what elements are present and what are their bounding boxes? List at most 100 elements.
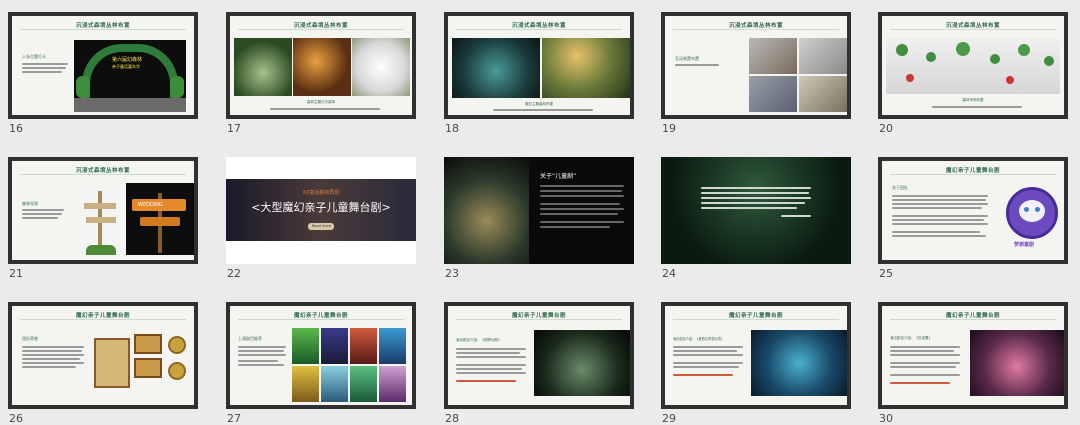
poster-8 [379, 366, 406, 402]
slide-number: 22 [227, 267, 241, 280]
slide-thumbnail[interactable]: 沉浸式森境丛林布置 互动装置布置 [661, 12, 851, 119]
slide-thumbnail[interactable]: 沉浸式森境丛林布置 入场主题打卡 第六届幻森林 亲子童话嘉年华 [8, 12, 198, 119]
slide-number: 16 [9, 122, 23, 135]
slide-title: 沉浸式森境丛林布置 [728, 23, 783, 29]
medal-1 [168, 336, 186, 354]
slide-thumbnail[interactable]: 关于“儿童剧” [444, 157, 634, 264]
slide-title: 沉浸式森境丛林布置 [293, 23, 348, 29]
forest-photo-1 [234, 38, 292, 96]
poster-4 [379, 328, 406, 364]
team-logo [1006, 187, 1058, 239]
stage-photo-2 [542, 38, 630, 98]
slide-number: 29 [662, 412, 676, 425]
slide-thumbnail[interactable]: 魔幻亲子儿童舞台剧 演出剧目介绍：《匹诺曹》 [878, 302, 1068, 409]
photo-a [749, 38, 797, 74]
slide-thumbnail[interactable]: 沉浸式森境丛林布置 魔幻主题森林布置 [444, 12, 634, 119]
side-heading: 团队荣誉 [22, 336, 38, 341]
slide-heading: 关于“儿童剧” [540, 173, 577, 180]
side-heading: 关于团队 [892, 185, 908, 190]
side-heading: 演出剧目介绍：《绿野仙踪》 [456, 338, 502, 342]
slide-thumbnail[interactable]: 沉浸式森境丛林布置 森林吊饰布置 [878, 12, 1068, 119]
slide-number: 24 [662, 267, 676, 280]
slide-title: 沉浸式森境丛林布置 [75, 168, 130, 174]
slide-title: 沉浸式森境丛林布置 [75, 23, 130, 29]
slide-number: 26 [9, 412, 23, 425]
divider [238, 319, 404, 320]
divider [890, 29, 1056, 30]
forest-photo-3 [352, 38, 410, 96]
slide-number: 17 [227, 122, 241, 135]
slide-thumbnail[interactable]: 魔幻亲子儿童舞台剧 演出剧目介绍：《绿野仙踪》 [444, 302, 634, 409]
caption: 魔幻主题森林布置 [525, 102, 553, 106]
show-photo [534, 330, 630, 396]
divider [20, 29, 186, 30]
stage-performance-photo [444, 157, 529, 264]
side-heading: 演出剧目介绍：《爱丽丝梦游仙境》 [673, 337, 724, 341]
poster-2 [321, 328, 348, 364]
slide-title: 沉浸式森境丛林布置 [511, 23, 566, 29]
slide-title: 魔幻亲子儿童舞台剧 [75, 313, 130, 319]
forest-banner: XX童话森林再现 <大型魔幻亲子儿童舞台剧> Read more [226, 179, 416, 241]
slide-title: 魔幻亲子儿童舞台剧 [945, 168, 1000, 174]
slide-number: 30 [879, 412, 893, 425]
slide-thumbnail[interactable]: 沉浸式森境丛林布置 森林导视 WEDDING [8, 157, 198, 264]
caption: 森林吊饰布置 [962, 98, 984, 102]
divider [456, 319, 622, 320]
slide-number: 19 [662, 122, 676, 135]
slide-thumbnail[interactable] [661, 157, 851, 264]
slide-title: 魔幻亲子儿童舞台剧 [293, 313, 348, 319]
side-heading: 互动装置布置 [675, 56, 699, 61]
medal-2 [168, 362, 186, 380]
divider [238, 29, 404, 30]
slide-title: 魔幻亲子儿童舞台剧 [945, 313, 1000, 319]
slide-thumbnail[interactable]: 魔幻亲子儿童舞台剧 团队荣誉 [8, 302, 198, 409]
side-heading: 入场主题打卡 [22, 54, 46, 59]
signpost-photo-1 [76, 183, 124, 255]
certificate-2 [134, 334, 162, 354]
slide-title: 魔幻亲子儿童舞台剧 [728, 313, 783, 319]
poster-1 [292, 328, 319, 364]
logo-text: 梦想童剧 [1014, 242, 1035, 248]
show-photo [970, 330, 1064, 396]
slide-number: 18 [445, 122, 459, 135]
poster-3 [350, 328, 377, 364]
divider [456, 29, 622, 30]
slide-number: 23 [445, 267, 459, 280]
slide-title: 沉浸式森境丛林布置 [945, 23, 1000, 29]
arch-photo: 第六届幻森林 亲子童话嘉年华 [74, 40, 186, 112]
certificate-1 [94, 338, 130, 388]
poster-5 [292, 366, 319, 402]
slide-thumbnail[interactable]: XX童话森林再现 <大型魔幻亲子儿童舞台剧> Read more [226, 157, 416, 264]
photo-b [799, 38, 847, 74]
slide-thumbnail[interactable]: 沉浸式森境丛林布置 森林主题灯光装饰 [226, 12, 416, 119]
signpost-photo-2: WEDDING [126, 183, 194, 255]
divider [890, 319, 1056, 320]
poster-6 [321, 366, 348, 402]
slide-number: 20 [879, 122, 893, 135]
hanging-decor-photo [886, 38, 1060, 94]
slide-number: 21 [9, 267, 23, 280]
slide-number: 25 [879, 267, 893, 280]
divider [20, 319, 186, 320]
slide-thumbnail[interactable]: 魔幻亲子儿童舞台剧 关于团队 梦想童剧 [878, 157, 1068, 264]
slide-title: 魔幻亲子儿童舞台剧 [511, 313, 566, 319]
divider [673, 319, 839, 320]
side-heading: 森林导视 [22, 201, 38, 206]
slide-thumbnail[interactable]: 魔幻亲子儿童舞台剧 演出剧目介绍：《爱丽丝梦游仙境》 [661, 302, 851, 409]
side-heading: 演出剧目介绍：《匹诺曹》 [890, 336, 932, 340]
poster-7 [350, 366, 377, 402]
slide-number: 28 [445, 412, 459, 425]
forest-photo-2 [293, 38, 351, 96]
slide-number: 27 [227, 412, 241, 425]
stage-photo-1 [452, 38, 540, 98]
photo-c [749, 76, 797, 112]
divider [890, 174, 1056, 175]
slide-thumbnail[interactable]: 魔幻亲子儿童舞台剧 上演剧目推荐 [226, 302, 416, 409]
side-heading: 上演剧目推荐 [238, 336, 262, 341]
divider [20, 174, 186, 175]
photo-d [799, 76, 847, 112]
show-photo [751, 330, 847, 396]
divider [673, 29, 839, 30]
certificate-3 [134, 358, 162, 378]
caption: 森林主题灯光装饰 [307, 100, 335, 104]
